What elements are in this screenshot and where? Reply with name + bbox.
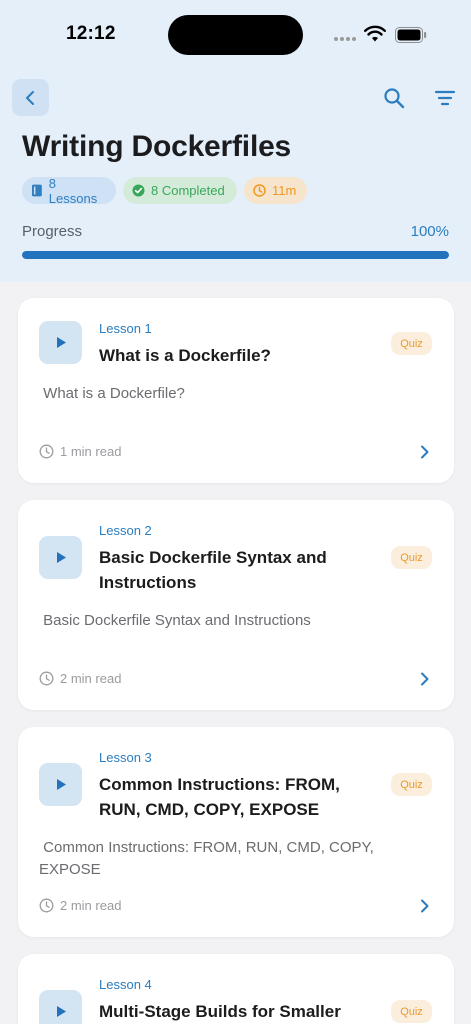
signal-icon (334, 37, 356, 41)
play-icon (56, 337, 66, 348)
read-time: 2 min read (39, 898, 121, 913)
lessons-count-chip: 8 Lessons (22, 175, 116, 206)
clock-icon (39, 898, 54, 913)
course-header: 12:12 Writing Dockerfiles 8 Lessons 8 Co… (0, 0, 471, 282)
quiz-badge: Quiz (391, 332, 432, 355)
read-time: 2 min read (39, 671, 121, 686)
progress-bar (22, 251, 449, 259)
lesson-number: Lesson 1 (99, 321, 152, 336)
search-icon (384, 88, 405, 109)
lesson-card[interactable]: Lesson 4 Multi-Stage Builds for Smaller … (18, 954, 454, 1024)
read-time-text: 2 min read (60, 898, 122, 913)
lesson-description: Common Instructions: FROM, RUN, CMD, COP… (39, 839, 374, 878)
lesson-title: Basic Dockerfile Syntax and Instructions (99, 548, 327, 592)
wifi-icon (364, 25, 386, 42)
quiz-badge: Quiz (391, 1000, 432, 1023)
back-button[interactable] (12, 79, 49, 116)
lesson-description: What is a Dockerfile? (43, 385, 185, 402)
lesson-number: Lesson 2 (99, 523, 152, 538)
book-icon (31, 184, 42, 197)
back-chevron-icon (25, 90, 34, 105)
play-button[interactable] (39, 763, 82, 806)
quiz-badge: Quiz (391, 773, 432, 796)
lesson-title: What is a Dockerfile? (99, 346, 271, 365)
read-time: 1 min read (39, 444, 121, 459)
read-time-text: 2 min read (60, 671, 122, 686)
search-button[interactable] (380, 84, 408, 112)
play-icon (56, 779, 66, 790)
quiz-badge: Quiz (391, 546, 432, 569)
status-bar: 12:12 (0, 0, 471, 70)
completed-count-chip: 8 Completed (123, 177, 237, 204)
chevron-right-icon[interactable] (418, 899, 432, 913)
status-time: 12:12 (66, 23, 116, 44)
dynamic-island (168, 15, 303, 55)
filter-button[interactable] (431, 84, 459, 112)
play-icon (56, 1006, 66, 1017)
lessons-count-text: 8 Lessons (48, 175, 98, 206)
clock-icon (39, 444, 54, 459)
chevron-right-icon[interactable] (418, 672, 432, 686)
lesson-description: Basic Dockerfile Syntax and Instructions (43, 612, 311, 629)
play-icon (56, 552, 66, 563)
progress-label: Progress (22, 223, 83, 240)
play-button[interactable] (39, 536, 82, 579)
lesson-title: Multi-Stage Builds for Smaller (99, 1002, 341, 1021)
clock-icon (39, 671, 54, 686)
progress-fill (22, 251, 449, 259)
chevron-right-icon[interactable] (418, 445, 432, 459)
play-button[interactable] (39, 990, 82, 1024)
duration-chip: 11m (244, 177, 307, 204)
progress-value: 100% (410, 223, 449, 240)
lesson-card[interactable]: Lesson 1 What is a Dockerfile? Quiz What… (18, 298, 454, 483)
lesson-card[interactable]: Lesson 3 Common Instructions: FROM, RUN,… (18, 727, 454, 937)
clock-icon (253, 184, 266, 197)
lesson-number: Lesson 3 (99, 750, 152, 765)
filter-icon (434, 90, 456, 106)
battery-icon (395, 27, 427, 43)
page-title: Writing Dockerfiles (22, 130, 292, 163)
completed-count-text: 8 Completed (151, 183, 225, 198)
read-time-text: 1 min read (60, 444, 122, 459)
check-circle-icon (132, 184, 145, 197)
lesson-number: Lesson 4 (99, 977, 152, 992)
lesson-card[interactable]: Lesson 2 Basic Dockerfile Syntax and Ins… (18, 500, 454, 710)
duration-text: 11m (272, 183, 297, 198)
lesson-title: Common Instructions: FROM, RUN, CMD, COP… (99, 775, 340, 819)
play-button[interactable] (39, 321, 82, 364)
